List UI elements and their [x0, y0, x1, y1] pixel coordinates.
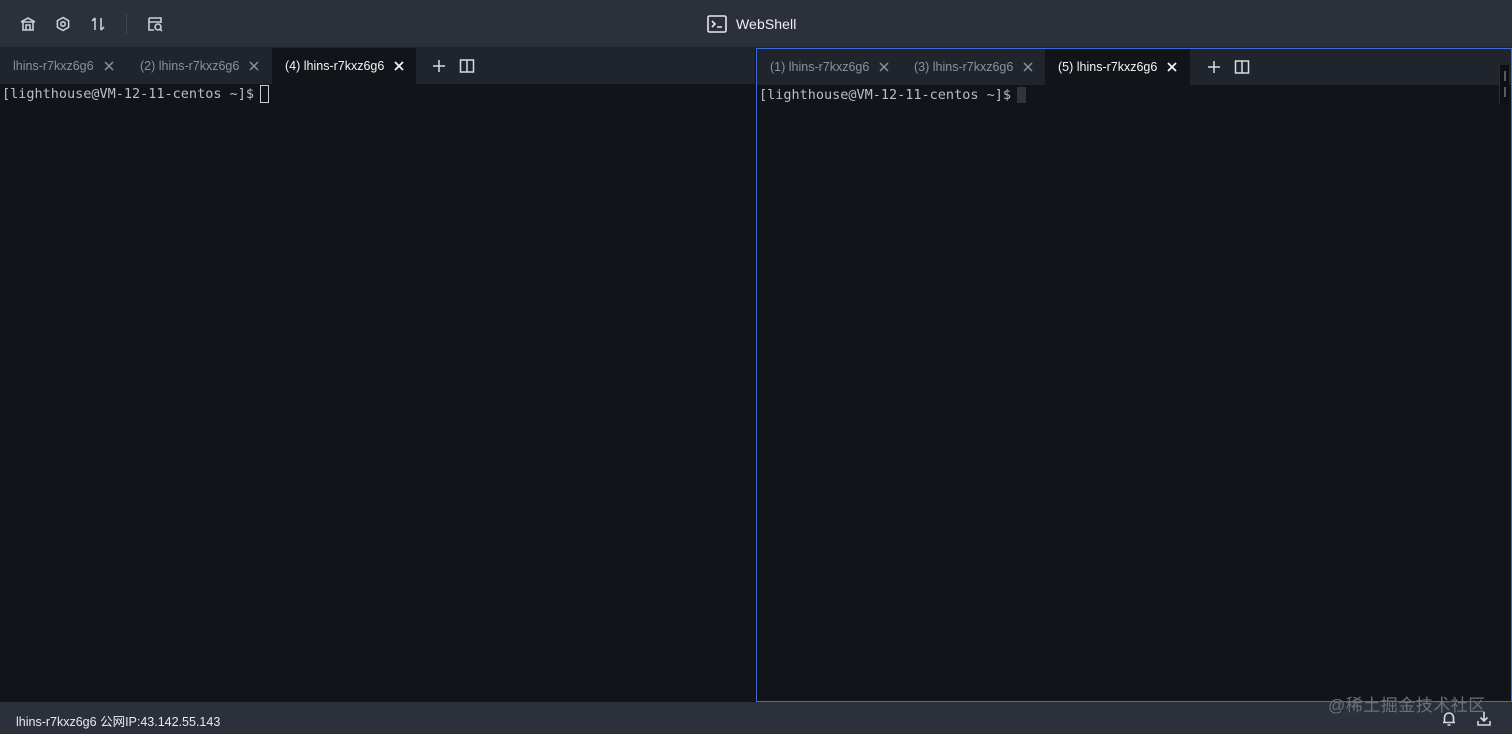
- tab-label: (1) lhins-r7kxz6g6: [770, 60, 870, 74]
- tab-bar-right: (1) lhins-r7kxz6g6 (3) lhins-r7kxz6g6 (5…: [757, 49, 1511, 85]
- close-icon[interactable]: [248, 60, 260, 72]
- add-tab-button[interactable]: [430, 57, 448, 75]
- tab-label: lhins-r7kxz6g6: [13, 59, 94, 73]
- close-icon[interactable]: [103, 60, 115, 72]
- add-tab-button[interactable]: [1205, 58, 1223, 76]
- tab-label: (2) lhins-r7kxz6g6: [140, 59, 240, 73]
- terminal-cursor: [259, 85, 269, 103]
- tab-session-1[interactable]: (1) lhins-r7kxz6g6: [757, 49, 901, 85]
- notification-bell-icon[interactable]: [1441, 710, 1457, 727]
- tab-session-2[interactable]: (2) lhins-r7kxz6g6: [127, 48, 272, 84]
- terminal-icon: [707, 15, 727, 33]
- tab-label: (4) lhins-r7kxz6g6: [285, 59, 385, 73]
- toolbar-divider: [126, 14, 127, 34]
- status-bar: lhins-r7kxz6g6 公网IP:43.142.55.143 @稀土掘金技…: [0, 696, 1512, 734]
- history-icon[interactable]: [145, 14, 165, 34]
- split-icon: [459, 59, 475, 73]
- tab-session-5[interactable]: (5) lhins-r7kxz6g6: [1045, 49, 1190, 85]
- close-icon[interactable]: [878, 61, 890, 73]
- terminal-output-right[interactable]: [lighthouse@VM-12-11-centos ~]$: [759, 85, 1511, 701]
- download-icon[interactable]: [1476, 710, 1492, 727]
- close-icon[interactable]: [393, 60, 405, 72]
- terminal-pane-left[interactable]: lhins-r7kxz6g6 (2) lhins-r7kxz6g6 (4) lh…: [0, 48, 755, 702]
- settings-icon[interactable]: [53, 14, 73, 34]
- split-pane-button[interactable]: [458, 57, 476, 75]
- terminal-pane-right[interactable]: (1) lhins-r7kxz6g6 (3) lhins-r7kxz6g6 (5…: [756, 48, 1512, 702]
- scrollbar[interactable]: [1499, 65, 1509, 103]
- shell-prompt: [lighthouse@VM-12-11-centos ~]$: [759, 87, 1011, 103]
- shell-prompt: [lighthouse@VM-12-11-centos ~]$: [2, 86, 254, 102]
- split-icon: [1234, 60, 1250, 74]
- app-title: WebShell: [736, 16, 797, 32]
- plus-icon: [433, 60, 445, 72]
- status-text: lhins-r7kxz6g6 公网IP:43.142.55.143: [16, 715, 221, 729]
- top-toolbar: WebShell: [0, 0, 1512, 48]
- tab-label: (3) lhins-r7kxz6g6: [914, 60, 1014, 74]
- split-pane-button[interactable]: [1233, 58, 1251, 76]
- tab-label: (5) lhins-r7kxz6g6: [1058, 60, 1158, 74]
- tab-session-1[interactable]: lhins-r7kxz6g6: [0, 48, 128, 84]
- transfer-icon[interactable]: [88, 14, 108, 34]
- terminal-cursor: [1016, 87, 1026, 103]
- plus-icon: [1208, 61, 1220, 73]
- close-icon[interactable]: [1022, 61, 1034, 73]
- tab-session-4[interactable]: (4) lhins-r7kxz6g6: [272, 48, 416, 84]
- home-icon[interactable]: [18, 14, 38, 34]
- watermark: @稀土掘金技术社区: [1328, 696, 1486, 715]
- close-icon[interactable]: [1166, 61, 1178, 73]
- terminal-output-left[interactable]: [lighthouse@VM-12-11-centos ~]$: [2, 84, 755, 702]
- app-title-group: WebShell: [707, 14, 796, 34]
- tab-bar-left: lhins-r7kxz6g6 (2) lhins-r7kxz6g6 (4) lh…: [0, 48, 755, 84]
- tab-session-3[interactable]: (3) lhins-r7kxz6g6: [901, 49, 1045, 85]
